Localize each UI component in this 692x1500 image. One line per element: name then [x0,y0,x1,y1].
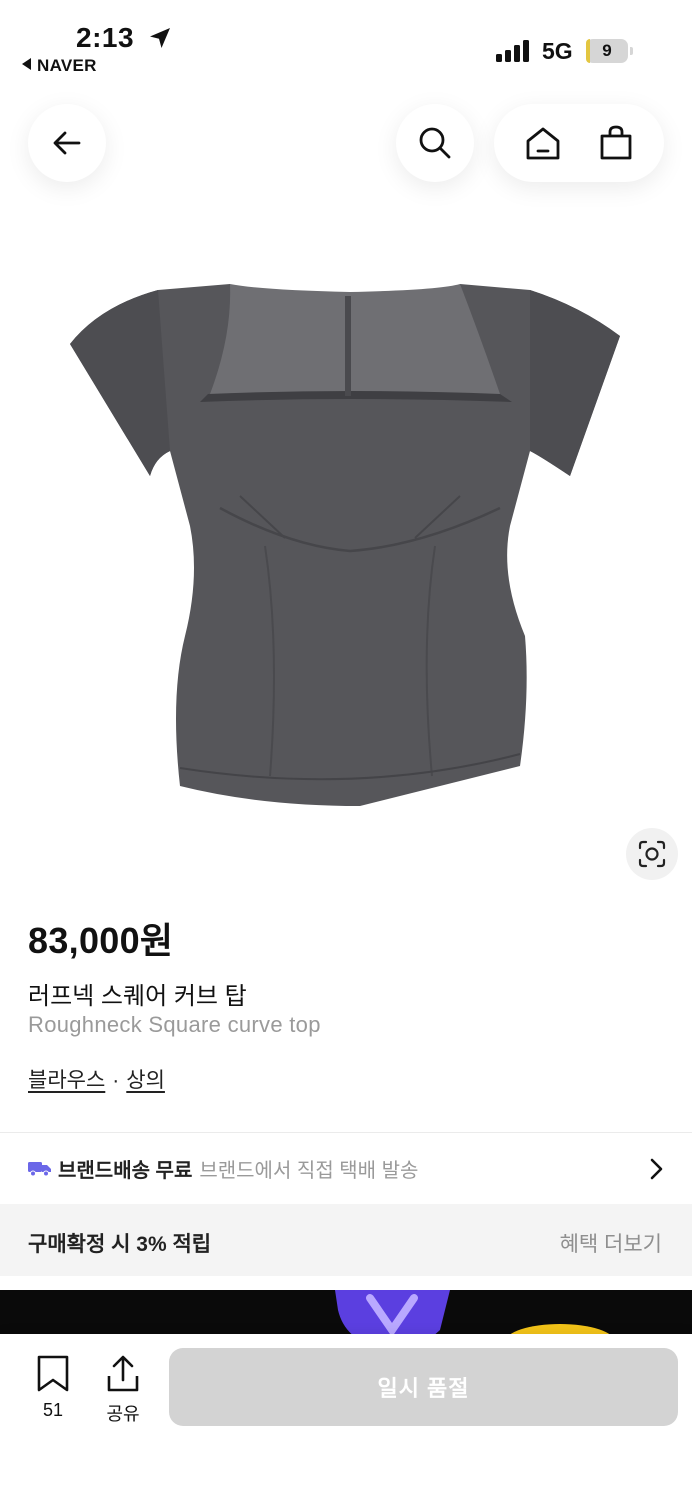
bottom-action-bar: 51 공유 일시 품절 [0,1334,692,1500]
chevron-right-icon [650,1158,663,1180]
shipping-detail: 브랜드에서 직접 택배 발송 [199,1159,419,1182]
camera-lens-icon [638,840,666,868]
battery-level: 9 [602,41,612,60]
home-icon [526,127,559,160]
shipping-row[interactable]: 브랜드배송 무료 브랜드에서 직접 택배 발송 [0,1133,692,1203]
search-icon [419,127,451,159]
benefit-more-link[interactable]: 혜택 더보기 [560,1228,662,1258]
cellular-signal-icon [496,40,529,62]
search-button[interactable] [396,104,474,182]
back-app-label: NAVER [37,56,97,75]
location-arrow-icon [150,28,170,48]
share-button[interactable]: 공유 [98,1354,148,1426]
battery-indicator: 9 [586,39,628,63]
arrow-left-icon [53,131,81,155]
soldout-button[interactable]: 일시 품절 [169,1348,678,1426]
bookmark-count: 51 [42,1400,64,1420]
truck-icon [28,1162,51,1177]
benefit-row: 구매확정 시 3% 적립 혜택 더보기 [0,1204,692,1276]
home-cart-group [494,104,664,182]
product-name-ko: 러프넥 스퀘어 커브 탑 [28,983,247,1010]
share-label: 공유 [106,1404,140,1424]
product-price: 83,000원 [28,920,174,961]
category-link-top[interactable]: 상의 [126,1069,165,1092]
status-time: 2:13 [76,22,135,53]
image-search-button[interactable] [626,828,678,880]
battery-fill [586,39,590,63]
home-button[interactable] [520,120,566,166]
category-link-blouse[interactable]: 블라우스 [28,1069,105,1092]
product-name-en: Roughneck Square curve top [28,1012,321,1037]
bookmark-button[interactable]: 51 [26,1354,80,1421]
status-bar: 2:13 NAVER 5G 9 [0,0,692,80]
back-to-app-link[interactable]: NAVER [22,56,97,76]
network-type: 5G [542,38,573,64]
shopping-bag-icon [600,125,631,160]
shipping-title: 브랜드배송 무료 [58,1159,193,1182]
category-separator: · [112,1069,120,1092]
benefit-text: 구매확정 시 3% 적립 [28,1233,212,1256]
product-image[interactable] [60,276,630,816]
back-button[interactable] [28,104,106,182]
battery-cap [630,47,633,55]
bookmark-icon [37,1355,69,1392]
cart-button[interactable] [593,120,639,166]
share-icon [107,1355,139,1392]
back-triangle-icon [22,58,31,70]
breadcrumb: 블라우스 · 상의 [28,1064,165,1094]
